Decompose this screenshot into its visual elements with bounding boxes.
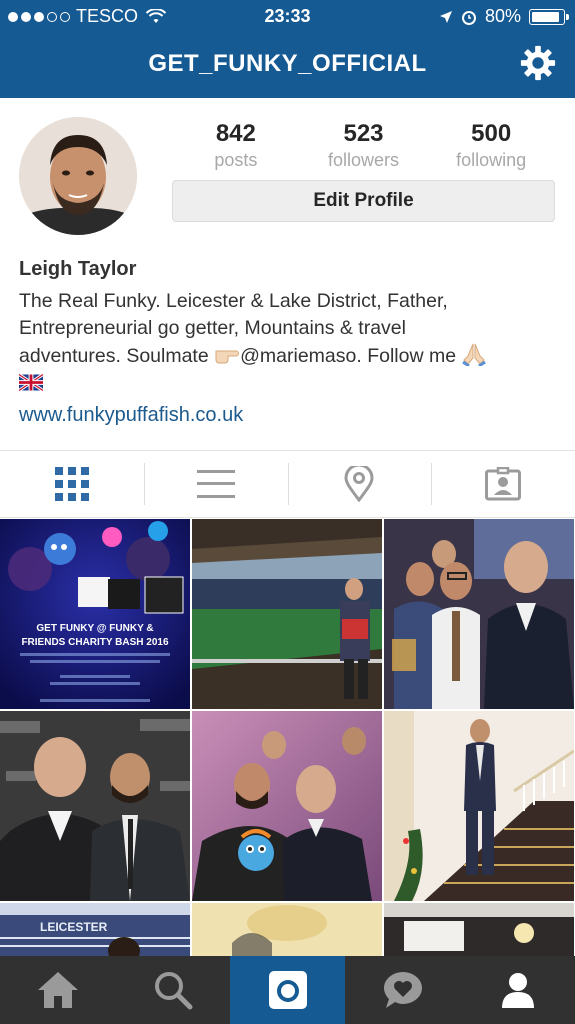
post-thumbnail[interactable] — [192, 711, 382, 901]
post-thumbnail[interactable] — [384, 903, 574, 957]
location-pin-icon — [344, 466, 374, 502]
post-thumbnail[interactable]: GET FUNKY @ FUNKY & FRIENDS CHARITY BASH… — [0, 519, 190, 709]
posts-stat[interactable]: 842 posts — [172, 120, 300, 171]
nav-search[interactable] — [115, 956, 230, 1024]
camera-icon — [268, 971, 307, 1009]
activity-icon — [383, 972, 422, 1008]
following-label: following — [456, 150, 527, 170]
bio-line: Entrepreneurial go getter, Mountains & t… — [19, 317, 406, 339]
bio-mention[interactable]: @mariemaso. Follow me — [240, 345, 456, 367]
home-icon — [37, 972, 78, 1008]
nav-profile[interactable] — [460, 956, 575, 1024]
status-bar: TESCO 23:33 80% — [0, 0, 575, 32]
post-thumbnail[interactable] — [384, 711, 574, 901]
alarm-icon — [461, 10, 476, 25]
bio-line: The Real Funky. Leicester & Lake Distric… — [19, 290, 448, 312]
posts-count: 842 — [215, 120, 256, 147]
post-thumbnail[interactable]: LEICESTER — [0, 903, 190, 957]
post-caption-line: FRIENDS CHARITY BASH 2016 — [21, 637, 169, 648]
nav-camera[interactable] — [230, 956, 345, 1024]
battery-percent: 80% — [484, 6, 521, 26]
post-thumbnail[interactable] — [0, 711, 190, 901]
top-bar: TESCO 23:33 80% GET_FUNKY_OFFICIAL — [0, 0, 575, 98]
svg-text:LEICESTER: LEICESTER — [40, 920, 108, 934]
battery-icon — [529, 8, 569, 25]
tab-grid[interactable] — [0, 451, 144, 517]
bio-line — [19, 370, 559, 397]
tagged-photos-icon — [485, 467, 522, 501]
page-title: GET_FUNKY_OFFICIAL — [148, 50, 427, 77]
profile-icon — [501, 973, 534, 1008]
followers-label: followers — [327, 150, 400, 170]
followers-count: 523 — [343, 120, 384, 147]
avatar[interactable] — [19, 117, 137, 235]
search-icon — [154, 972, 192, 1010]
following-count: 500 — [471, 120, 512, 147]
website-link[interactable]: www.funkypuffafish.co.uk — [19, 404, 243, 427]
bottom-nav — [0, 956, 575, 1024]
bio-text: adventures. Soulmate — [19, 345, 209, 367]
profile-stats: 842 posts 523 followers 500 following — [172, 120, 555, 171]
tab-tagged[interactable] — [431, 451, 575, 517]
post-thumbnail[interactable] — [384, 519, 574, 709]
list-icon — [196, 470, 235, 498]
profile-name: Leigh Taylor — [19, 258, 137, 280]
posts-label: posts — [214, 150, 258, 170]
grid-icon — [54, 467, 89, 501]
nav-home[interactable] — [0, 956, 115, 1024]
praying-hands-emoji-icon — [462, 343, 487, 368]
following-stat[interactable]: 500 following — [427, 120, 555, 171]
profile-view-tabs — [0, 450, 575, 518]
post-caption-line: GET FUNKY @ FUNKY & — [36, 623, 153, 634]
bio-line: adventures. Soulmate @mariemaso. Follow … — [19, 342, 559, 370]
profile-bio: The Real Funky. Leicester & Lake Distric… — [19, 288, 559, 397]
edit-profile-button[interactable]: Edit Profile — [172, 180, 555, 222]
tab-map[interactable] — [287, 451, 432, 517]
tab-list[interactable] — [143, 451, 288, 517]
location-arrow-icon — [439, 10, 452, 23]
post-thumbnail[interactable] — [192, 519, 382, 709]
followers-stat[interactable]: 523 followers — [300, 120, 428, 171]
pointing-hand-emoji-icon — [215, 350, 240, 364]
uk-flag-emoji-icon — [19, 374, 43, 391]
nav-activity[interactable] — [345, 956, 460, 1024]
post-thumbnail[interactable] — [192, 903, 382, 957]
gear-icon[interactable] — [519, 44, 557, 82]
